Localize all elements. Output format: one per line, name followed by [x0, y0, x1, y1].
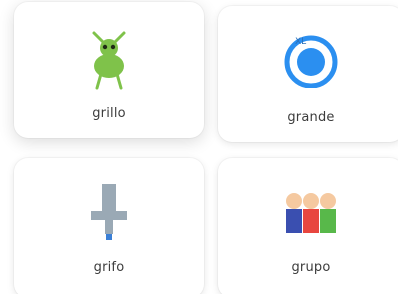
option-card-grillo[interactable]: grillo	[14, 2, 204, 138]
big-circle-icon: XL	[283, 32, 339, 88]
option-label: grupo	[291, 260, 331, 275]
group-of-people-icon	[285, 192, 337, 236]
option-card-grupo[interactable]: grupo	[218, 158, 398, 294]
faucet-icon	[91, 184, 127, 246]
option-label: grande	[287, 110, 335, 125]
option-card-grifo[interactable]: grifo	[14, 158, 204, 294]
option-label: grifo	[93, 260, 125, 275]
xl-size-tag: XL	[295, 37, 306, 47]
cricket-icon	[87, 30, 131, 90]
option-card-grande[interactable]: XL grande	[218, 6, 398, 142]
option-label: grillo	[92, 106, 126, 121]
